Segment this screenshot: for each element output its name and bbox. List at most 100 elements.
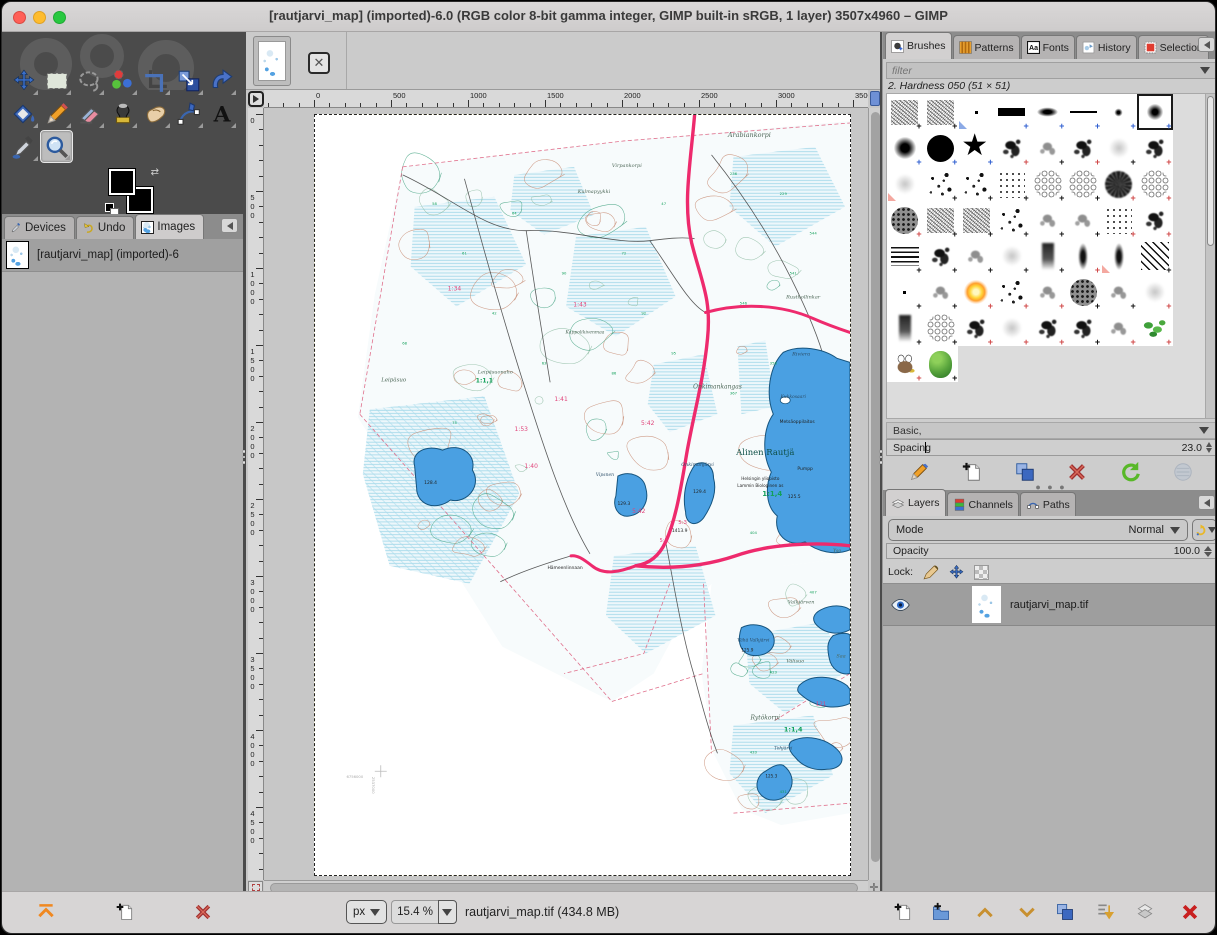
brush-splatlight-29[interactable]: + [1065,202,1101,238]
brush-splatlight-41[interactable]: + [923,274,959,310]
brush-soft3-8[interactable]: + [887,130,923,166]
tab-fonts[interactable]: AaFonts [1021,35,1075,59]
brush-smear-48[interactable]: + [887,310,923,346]
brush-splat-15[interactable]: + [1137,130,1173,166]
brush-specks-18[interactable]: + [958,166,994,202]
vertical-scrollbar[interactable] [868,108,880,880]
brush-specks-27[interactable]: + [994,202,1030,238]
new-image-button[interactable] [112,899,138,925]
tool-move[interactable] [7,64,40,97]
opacity-spinner[interactable] [1204,546,1212,557]
brush-splat-33[interactable]: + [923,238,959,274]
ruler-origin-button[interactable] [248,91,264,107]
brush-lace-23[interactable]: + [1137,166,1173,202]
delete-brush-button[interactable] [1066,461,1088,483]
brush-sun-42[interactable]: + [958,274,994,310]
tab-devices[interactable]: Devices [4,216,75,239]
brush-splatlight-44[interactable]: + [1030,274,1066,310]
tool-select-by-color[interactable] [106,64,139,97]
brush-tag-select[interactable]: Basic, [886,422,1216,439]
opacity-slider[interactable]: Opacity 100.0 [886,543,1216,559]
tool-smudge[interactable] [139,97,172,130]
brush-splatlight-34[interactable]: + [958,238,994,274]
image-page[interactable]: ArabiankorpiVirpankorpiKulmapyykkiRustho… [314,114,851,876]
tool-zoom[interactable] [40,130,73,163]
brush-specks-17[interactable]: + [923,166,959,202]
brush-dot-40[interactable]: + [887,274,923,310]
layer-mode-select[interactable]: Mode Normal [888,519,1188,541]
lock-position-icon[interactable] [948,564,965,581]
brush-pepper-57[interactable]: + [923,346,959,382]
horizontal-ruler[interactable]: 0500100015002000250030003500 [264,90,868,108]
tool-crop[interactable] [139,64,172,97]
brush-esoft-4[interactable]: + [1030,94,1066,130]
brush-splatlight-46[interactable]: + [1101,274,1137,310]
brush-splatlight-12[interactable]: + [1030,130,1066,166]
brush-faint-51[interactable]: + [994,310,1030,346]
layer-row[interactable]: rautjarvi_map.tif [883,584,1216,626]
add-mask-button[interactable] [1132,899,1158,925]
unit-select[interactable]: px [346,900,387,924]
brush-splat-53[interactable]: + [1065,310,1101,346]
new-layer-button[interactable] [890,899,916,925]
brush-soft2-7[interactable]: + [1137,94,1173,130]
zoom-select-button[interactable] [438,900,457,924]
tab-channels[interactable]: Channels [947,492,1019,516]
brush-filter-input[interactable] [892,65,1200,77]
edit-brush-button[interactable] [908,461,930,483]
brush-faint-16[interactable] [887,166,923,202]
tab-brushes[interactable]: Brushes [885,32,952,59]
brush-dots-19[interactable]: + [994,166,1030,202]
brush-chalk-26[interactable]: + [958,202,994,238]
tool-flip[interactable] [205,64,238,97]
tool-pencil[interactable] [40,97,73,130]
map-image[interactable]: ArabiankorpiVirpankorpiKulmapyykkiRustho… [315,115,850,875]
vertical-scroll-thumb[interactable] [871,112,880,862]
brush-faint-14[interactable]: + [1101,130,1137,166]
right-divider-grip[interactable] [879,450,883,464]
tab-images[interactable]: Images [135,214,204,239]
brush-chalk-25[interactable]: + [923,202,959,238]
delete-image-button[interactable] [190,899,216,925]
spacing-slider[interactable]: Spacing 23.0 [886,439,1216,456]
brush-lace-49[interactable]: + [923,310,959,346]
tool-eraser[interactable] [73,97,106,130]
brush-dot-2[interactable] [958,94,994,130]
lock-pixels-icon[interactable] [922,564,939,581]
mode-options-button[interactable] [1192,519,1216,541]
merge-layer-button[interactable] [1092,899,1118,925]
brush-smear-36[interactable]: + [1030,238,1066,274]
brush-splatlight-54[interactable]: + [1101,310,1137,346]
image-list-item[interactable]: [rautjarvi_map] (imported)-6 [2,239,243,272]
tool-color-picker[interactable] [7,130,40,163]
brush-lace-21[interactable]: + [1065,166,1101,202]
brush-vblob-38[interactable] [1101,238,1137,274]
layer-visibility-button[interactable] [883,598,917,612]
layers-dock-menu-button[interactable] [1198,495,1215,510]
tool-text[interactable]: A [205,97,238,130]
tool-rect-select[interactable] [40,64,73,97]
brush-wilber-56[interactable]: + [887,346,923,382]
brush-chalk-0[interactable]: + [887,94,923,130]
brush-scrollbar[interactable] [1205,93,1216,419]
tool-clone[interactable] [106,97,139,130]
brush-dock-menu-button[interactable] [1198,37,1215,52]
new-layer-group-button[interactable] [928,899,954,925]
brush-star-10[interactable]: + [958,130,994,166]
titlebar[interactable]: [rautjarvi_map] (imported)-6.0 (RGB colo… [2,2,1215,32]
brush-vblob-37[interactable]: + [1065,238,1101,274]
raise-image-button[interactable] [33,899,59,925]
tool-bucket-fill[interactable] [7,97,40,130]
image-tab[interactable] [253,36,291,86]
brush-splat-13[interactable]: + [1065,130,1101,166]
tool-transform[interactable] [172,64,205,97]
brush-faint-47[interactable]: + [1137,274,1173,310]
duplicate-brush-button[interactable] [1014,461,1036,483]
lock-alpha-icon[interactable] [974,565,989,580]
dock-menu-button[interactable] [221,218,238,233]
foreground-color-swatch[interactable] [109,169,135,195]
brush-soft1-6[interactable]: + [1101,94,1137,130]
brush-splat-11[interactable]: + [994,130,1030,166]
tab-undo[interactable]: Undo [76,216,135,239]
refresh-brushes-button[interactable] [1119,461,1141,483]
